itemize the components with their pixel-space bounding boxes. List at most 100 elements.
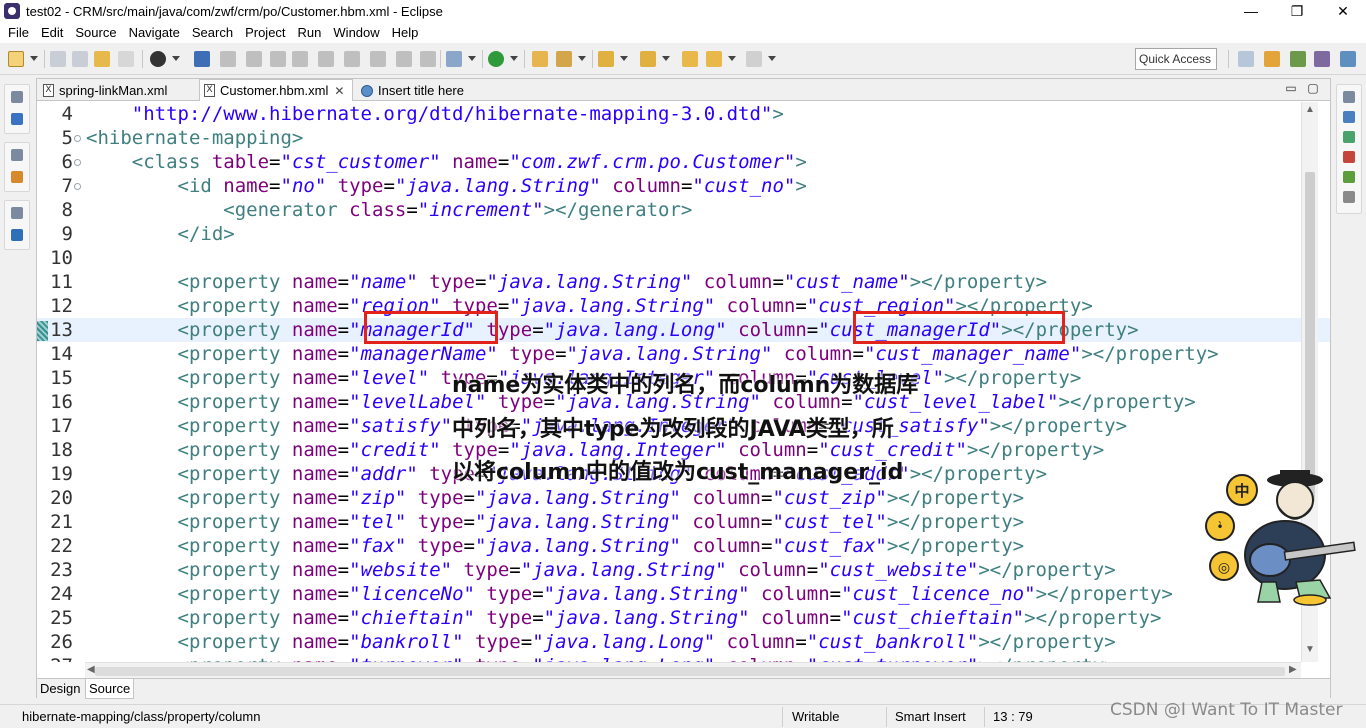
maximize-view-icon[interactable]: ▢ xyxy=(1305,81,1321,95)
code-line[interactable]: 13 <property name="managerId" type="java… xyxy=(37,318,1330,342)
use-step-filters-icon[interactable] xyxy=(420,51,436,67)
code-line[interactable]: 5 <hibernate-mapping> xyxy=(37,126,1330,150)
scroll-right-icon[interactable]: ▶ xyxy=(1289,664,1297,675)
task-list-icon[interactable] xyxy=(1343,131,1355,143)
scroll-down-icon[interactable]: ▼ xyxy=(1305,644,1315,655)
horizontal-scrollbar[interactable]: ◀ ▶ xyxy=(85,662,1301,679)
code-line[interactable]: 25 <property name="chieftain" type="java… xyxy=(37,606,1330,630)
step-into-icon[interactable] xyxy=(318,51,334,67)
outline-icon[interactable] xyxy=(1343,111,1355,123)
code-line[interactable]: 9 </id> xyxy=(37,222,1330,246)
server-dropdown-icon[interactable] xyxy=(172,56,180,62)
scroll-thumb[interactable] xyxy=(95,667,1285,676)
java-perspective-icon[interactable] xyxy=(1314,51,1330,67)
run-dropdown-icon[interactable] xyxy=(510,56,518,62)
menu-run[interactable]: Run xyxy=(292,25,328,40)
fold-toggle-icon[interactable] xyxy=(74,183,81,190)
jpa-perspective-icon[interactable] xyxy=(1340,51,1356,67)
search-dropdown-icon[interactable] xyxy=(578,56,586,62)
search-icon[interactable] xyxy=(556,51,572,67)
open-type-icon[interactable] xyxy=(532,51,548,67)
code-line[interactable]: 27 <property name="turnover" type="java.… xyxy=(37,654,1330,662)
suspend-icon[interactable] xyxy=(246,51,262,67)
close-button[interactable]: ✕ xyxy=(1320,0,1366,22)
new-icon[interactable] xyxy=(8,51,24,67)
tab-insert-title-here[interactable]: Insert title here xyxy=(357,80,497,101)
menu-file[interactable]: File xyxy=(2,25,35,40)
server-icon[interactable] xyxy=(150,51,166,67)
tab-customer-hbm-xml[interactable]: X Customer.hbm.xml ✕ xyxy=(199,79,353,101)
drop-to-frame-icon[interactable] xyxy=(396,51,412,67)
close-icon[interactable]: ✕ xyxy=(334,84,344,98)
code-line[interactable]: 8 <generator class="increment"></generat… xyxy=(37,198,1330,222)
previous-annotation-icon[interactable] xyxy=(640,51,656,67)
tab-design[interactable]: Design xyxy=(37,679,83,699)
properties-view-icon[interactable] xyxy=(1343,191,1355,203)
restore-view-icon[interactable] xyxy=(11,91,23,103)
minimize-button[interactable]: — xyxy=(1228,0,1274,22)
menu-project[interactable]: Project xyxy=(239,25,291,40)
debug-view-icon[interactable] xyxy=(1343,171,1355,183)
print-icon[interactable] xyxy=(118,51,134,67)
code-line[interactable]: 21 <property name="tel" type="java.lang.… xyxy=(37,510,1330,534)
code-line[interactable]: 24 <property name="licenceNo" type="java… xyxy=(37,582,1330,606)
minimize-view-icon[interactable]: ▭ xyxy=(1283,81,1299,95)
code-line[interactable]: 12 <property name="region" type="java.la… xyxy=(37,294,1330,318)
open-perspective-icon[interactable] xyxy=(1238,51,1254,67)
tab-spring-linkman-xml[interactable]: X spring-linkMan.xml xyxy=(39,80,197,101)
scroll-thumb[interactable] xyxy=(1305,172,1315,502)
code-line[interactable]: 20 <property name="zip" type="java.lang.… xyxy=(37,486,1330,510)
step-over-icon[interactable] xyxy=(344,51,360,67)
build-icon[interactable] xyxy=(446,51,462,67)
quick-access-input[interactable]: Quick Access xyxy=(1135,48,1217,70)
debug-perspective-icon[interactable] xyxy=(1290,51,1306,67)
type-hierarchy-icon[interactable] xyxy=(11,171,23,183)
menu-source[interactable]: Source xyxy=(69,25,122,40)
restore-view-icon[interactable] xyxy=(11,207,23,219)
terminal-icon[interactable] xyxy=(194,51,210,67)
java-ee-perspective-icon[interactable] xyxy=(1264,51,1280,67)
code-line[interactable]: 22 <property name="fax" type="java.lang.… xyxy=(37,534,1330,558)
menu-search[interactable]: Search xyxy=(186,25,239,40)
code-line[interactable]: 7 <id name="no" type="java.lang.String" … xyxy=(37,174,1330,198)
forward-icon[interactable] xyxy=(746,51,762,67)
code-line[interactable]: 14 <property name="managerName" type="ja… xyxy=(37,342,1330,366)
run-icon[interactable] xyxy=(488,51,504,67)
menu-edit[interactable]: Edit xyxy=(35,25,69,40)
save-all-icon[interactable] xyxy=(72,51,88,67)
previous-annotation-dropdown-icon[interactable] xyxy=(662,56,670,62)
new-dropdown-icon[interactable] xyxy=(30,56,38,62)
save-icon[interactable] xyxy=(50,51,66,67)
fold-toggle-icon[interactable] xyxy=(74,159,81,166)
tab-source[interactable]: Source xyxy=(85,679,135,699)
menu-help[interactable]: Help xyxy=(386,25,425,40)
last-edit-location-icon[interactable] xyxy=(682,51,698,67)
terminate-icon[interactable] xyxy=(270,51,286,67)
scroll-up-icon[interactable]: ▲ xyxy=(1305,104,1315,115)
package-explorer-icon[interactable] xyxy=(11,113,23,125)
next-annotation-icon[interactable] xyxy=(598,51,614,67)
code-line[interactable]: 6 <class table="cst_customer" name="com.… xyxy=(37,150,1330,174)
menu-window[interactable]: Window xyxy=(327,25,385,40)
code-line[interactable]: 26 <property name="bankroll" type="java.… xyxy=(37,630,1330,654)
restore-view-icon[interactable] xyxy=(1343,91,1355,103)
scroll-left-icon[interactable]: ◀ xyxy=(87,664,95,675)
restore-button[interactable]: ❐ xyxy=(1274,0,1320,22)
build-dropdown-icon[interactable] xyxy=(468,56,476,62)
step-return-icon[interactable] xyxy=(370,51,386,67)
menu-navigate[interactable]: Navigate xyxy=(123,25,186,40)
back-dropdown-icon[interactable] xyxy=(728,56,736,62)
code-line[interactable]: 11 <property name="name" type="java.lang… xyxy=(37,270,1330,294)
console-icon[interactable] xyxy=(11,229,23,241)
publish-icon[interactable] xyxy=(94,51,110,67)
resume-icon[interactable] xyxy=(220,51,236,67)
disconnect-icon[interactable] xyxy=(292,51,308,67)
fold-toggle-icon[interactable] xyxy=(74,135,81,142)
problems-icon[interactable] xyxy=(1343,151,1355,163)
next-annotation-dropdown-icon[interactable] xyxy=(620,56,628,62)
restore-view-icon[interactable] xyxy=(11,149,23,161)
forward-dropdown-icon[interactable] xyxy=(768,56,776,62)
code-line[interactable]: 10 xyxy=(37,246,1330,270)
back-icon[interactable] xyxy=(706,51,722,67)
code-line[interactable]: 23 <property name="website" type="java.l… xyxy=(37,558,1330,582)
